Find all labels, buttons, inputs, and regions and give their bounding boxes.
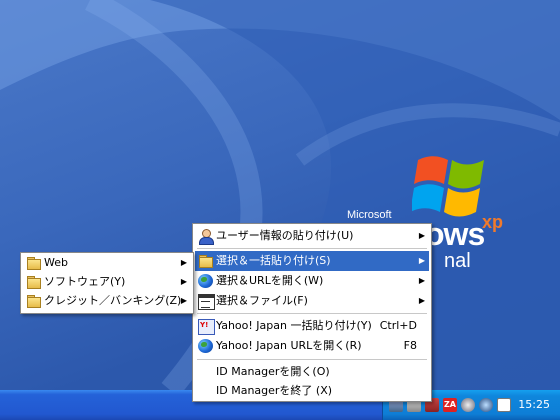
taskbar-clock[interactable]: 15:25 xyxy=(518,398,550,411)
submenu-arrow-icon: ▶ xyxy=(180,296,187,305)
windows-flag-logo xyxy=(412,156,484,217)
submenu-arrow-icon: ▶ xyxy=(418,296,425,305)
submenu-item-label: Web xyxy=(44,256,68,269)
submenu-arrow-icon: ▶ xyxy=(418,231,425,240)
menu-item-select-open-url[interactable]: 選択＆URLを開く(W) ▶ xyxy=(195,271,429,291)
menu-item-yahoo-open-url[interactable]: Yahoo! Japan URLを開く(R) F8 xyxy=(195,336,429,356)
folder-icon xyxy=(26,275,41,289)
menu-item-label: Yahoo! Japan 一括貼り付け(Y) xyxy=(216,319,372,332)
file-window-icon xyxy=(198,294,215,310)
yahoo-doc-icon xyxy=(198,319,215,335)
windows-wordmark: ows xyxy=(425,216,485,252)
menu-item-select-bulk-paste[interactable]: 選択＆一括貼り付け(S) ▶ xyxy=(195,251,429,271)
id-manager-context-menu: ユーザー情報の貼り付け(U) ▶ 選択＆一括貼り付け(S) ▶ 選択＆URLを開… xyxy=(192,223,432,402)
shortcut-label: F8 xyxy=(403,339,417,352)
menu-item-select-file[interactable]: 選択＆ファイル(F) ▶ xyxy=(195,291,429,311)
calendar-icon[interactable] xyxy=(497,398,511,412)
menu-separator xyxy=(197,313,427,315)
menu-item-label: ユーザー情報の貼り付け(U) xyxy=(216,229,354,242)
submenu-item-label: ソフトウェア(Y) xyxy=(44,275,126,288)
submenu-arrow-icon: ▶ xyxy=(180,277,187,286)
submenu-item-credit-banking[interactable]: クレジット／バンキング(Z) ▶ xyxy=(23,291,191,311)
folder-icon xyxy=(198,254,213,268)
menu-separator xyxy=(197,359,427,361)
menu-item-yahoo-bulk-paste[interactable]: Yahoo! Japan 一括貼り付け(Y) Ctrl+D xyxy=(195,316,429,336)
submenu-item-web[interactable]: Web ▶ xyxy=(23,253,191,273)
globe-icon xyxy=(198,274,213,288)
shortcut-label: Ctrl+D xyxy=(379,319,417,332)
submenu-arrow-icon: ▶ xyxy=(180,258,187,267)
user-icon xyxy=(198,229,214,245)
menu-item-paste-user-info[interactable]: ユーザー情報の貼り付け(U) ▶ xyxy=(195,226,429,246)
submenu-arrow-icon: ▶ xyxy=(418,276,425,285)
menu-item-label: Yahoo! Japan URLを開く(R) xyxy=(216,339,362,352)
antivirus-icon[interactable] xyxy=(461,398,475,412)
xp-wordmark: xp xyxy=(482,212,504,232)
menu-item-label: ID Managerを開く(O) xyxy=(216,365,330,378)
menu-separator xyxy=(197,248,427,250)
bulk-paste-submenu: Web ▶ ソフトウェア(Y) ▶ クレジット／バンキング(Z) ▶ xyxy=(20,252,194,314)
folder-icon xyxy=(26,294,41,308)
menu-item-label: 選択＆ファイル(F) xyxy=(216,294,308,307)
zonealarm-icon[interactable]: ZA xyxy=(443,398,457,412)
edition-wordmark: nal xyxy=(444,250,471,272)
microsoft-wordmark: Microsoft xyxy=(347,209,392,221)
menu-item-label: ID Managerを終了 (X) xyxy=(216,384,333,397)
menu-item-open-id-manager[interactable]: ID Managerを開く(O) xyxy=(195,362,429,382)
submenu-item-label: クレジット／バンキング(Z) xyxy=(44,294,182,307)
security-icon[interactable] xyxy=(479,398,493,412)
menu-item-label: 選択＆一括貼り付け(S) xyxy=(216,254,331,267)
submenu-arrow-icon: ▶ xyxy=(418,256,425,265)
globe-icon xyxy=(198,339,213,353)
menu-item-exit-id-manager[interactable]: ID Managerを終了 (X) xyxy=(195,381,429,401)
menu-item-label: 選択＆URLを開く(W) xyxy=(216,274,324,287)
folder-icon xyxy=(26,256,41,270)
submenu-item-software[interactable]: ソフトウェア(Y) ▶ xyxy=(23,272,191,292)
